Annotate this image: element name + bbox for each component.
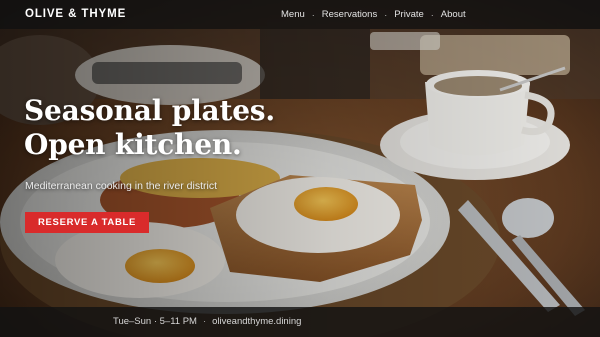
brand-logo[interactable]: OLIVE & THYME [25,8,126,20]
hero-headline: Seasonal plates. Open kitchen. [24,94,275,162]
nav-link-menu[interactable]: Menu [281,9,305,20]
top-nav: OLIVE & THYME Menu · Reservations · Priv… [0,0,600,29]
nav-link-about[interactable]: About [441,9,466,20]
hero-background-image [0,0,600,337]
footer-separator: · [202,316,207,327]
footer-hours: Tue–Sun · 5–11 PM [113,316,197,327]
nav-link-reservations[interactable]: Reservations [322,9,377,20]
footer-site-link[interactable]: oliveandthyme.dining [212,316,301,327]
reserve-table-button[interactable]: RESERVE A TABLE [25,212,149,233]
nav-separator: · [311,9,315,20]
nav-links: Menu · Reservations · Private · About [281,9,466,20]
nav-separator: · [384,9,388,20]
hero-subtext: Mediterranean cooking in the river distr… [25,180,218,192]
footer-info: Tue–Sun · 5–11 PM · oliveandthyme.dining [113,316,301,327]
hero-headline-line-1: Seasonal plates. [24,94,275,127]
nav-separator: · [430,9,434,20]
nav-link-private[interactable]: Private [394,9,424,20]
hero-headline-line-2: Open kitchen. [24,128,242,161]
footer-bar: Tue–Sun · 5–11 PM · oliveandthyme.dining [0,307,600,337]
